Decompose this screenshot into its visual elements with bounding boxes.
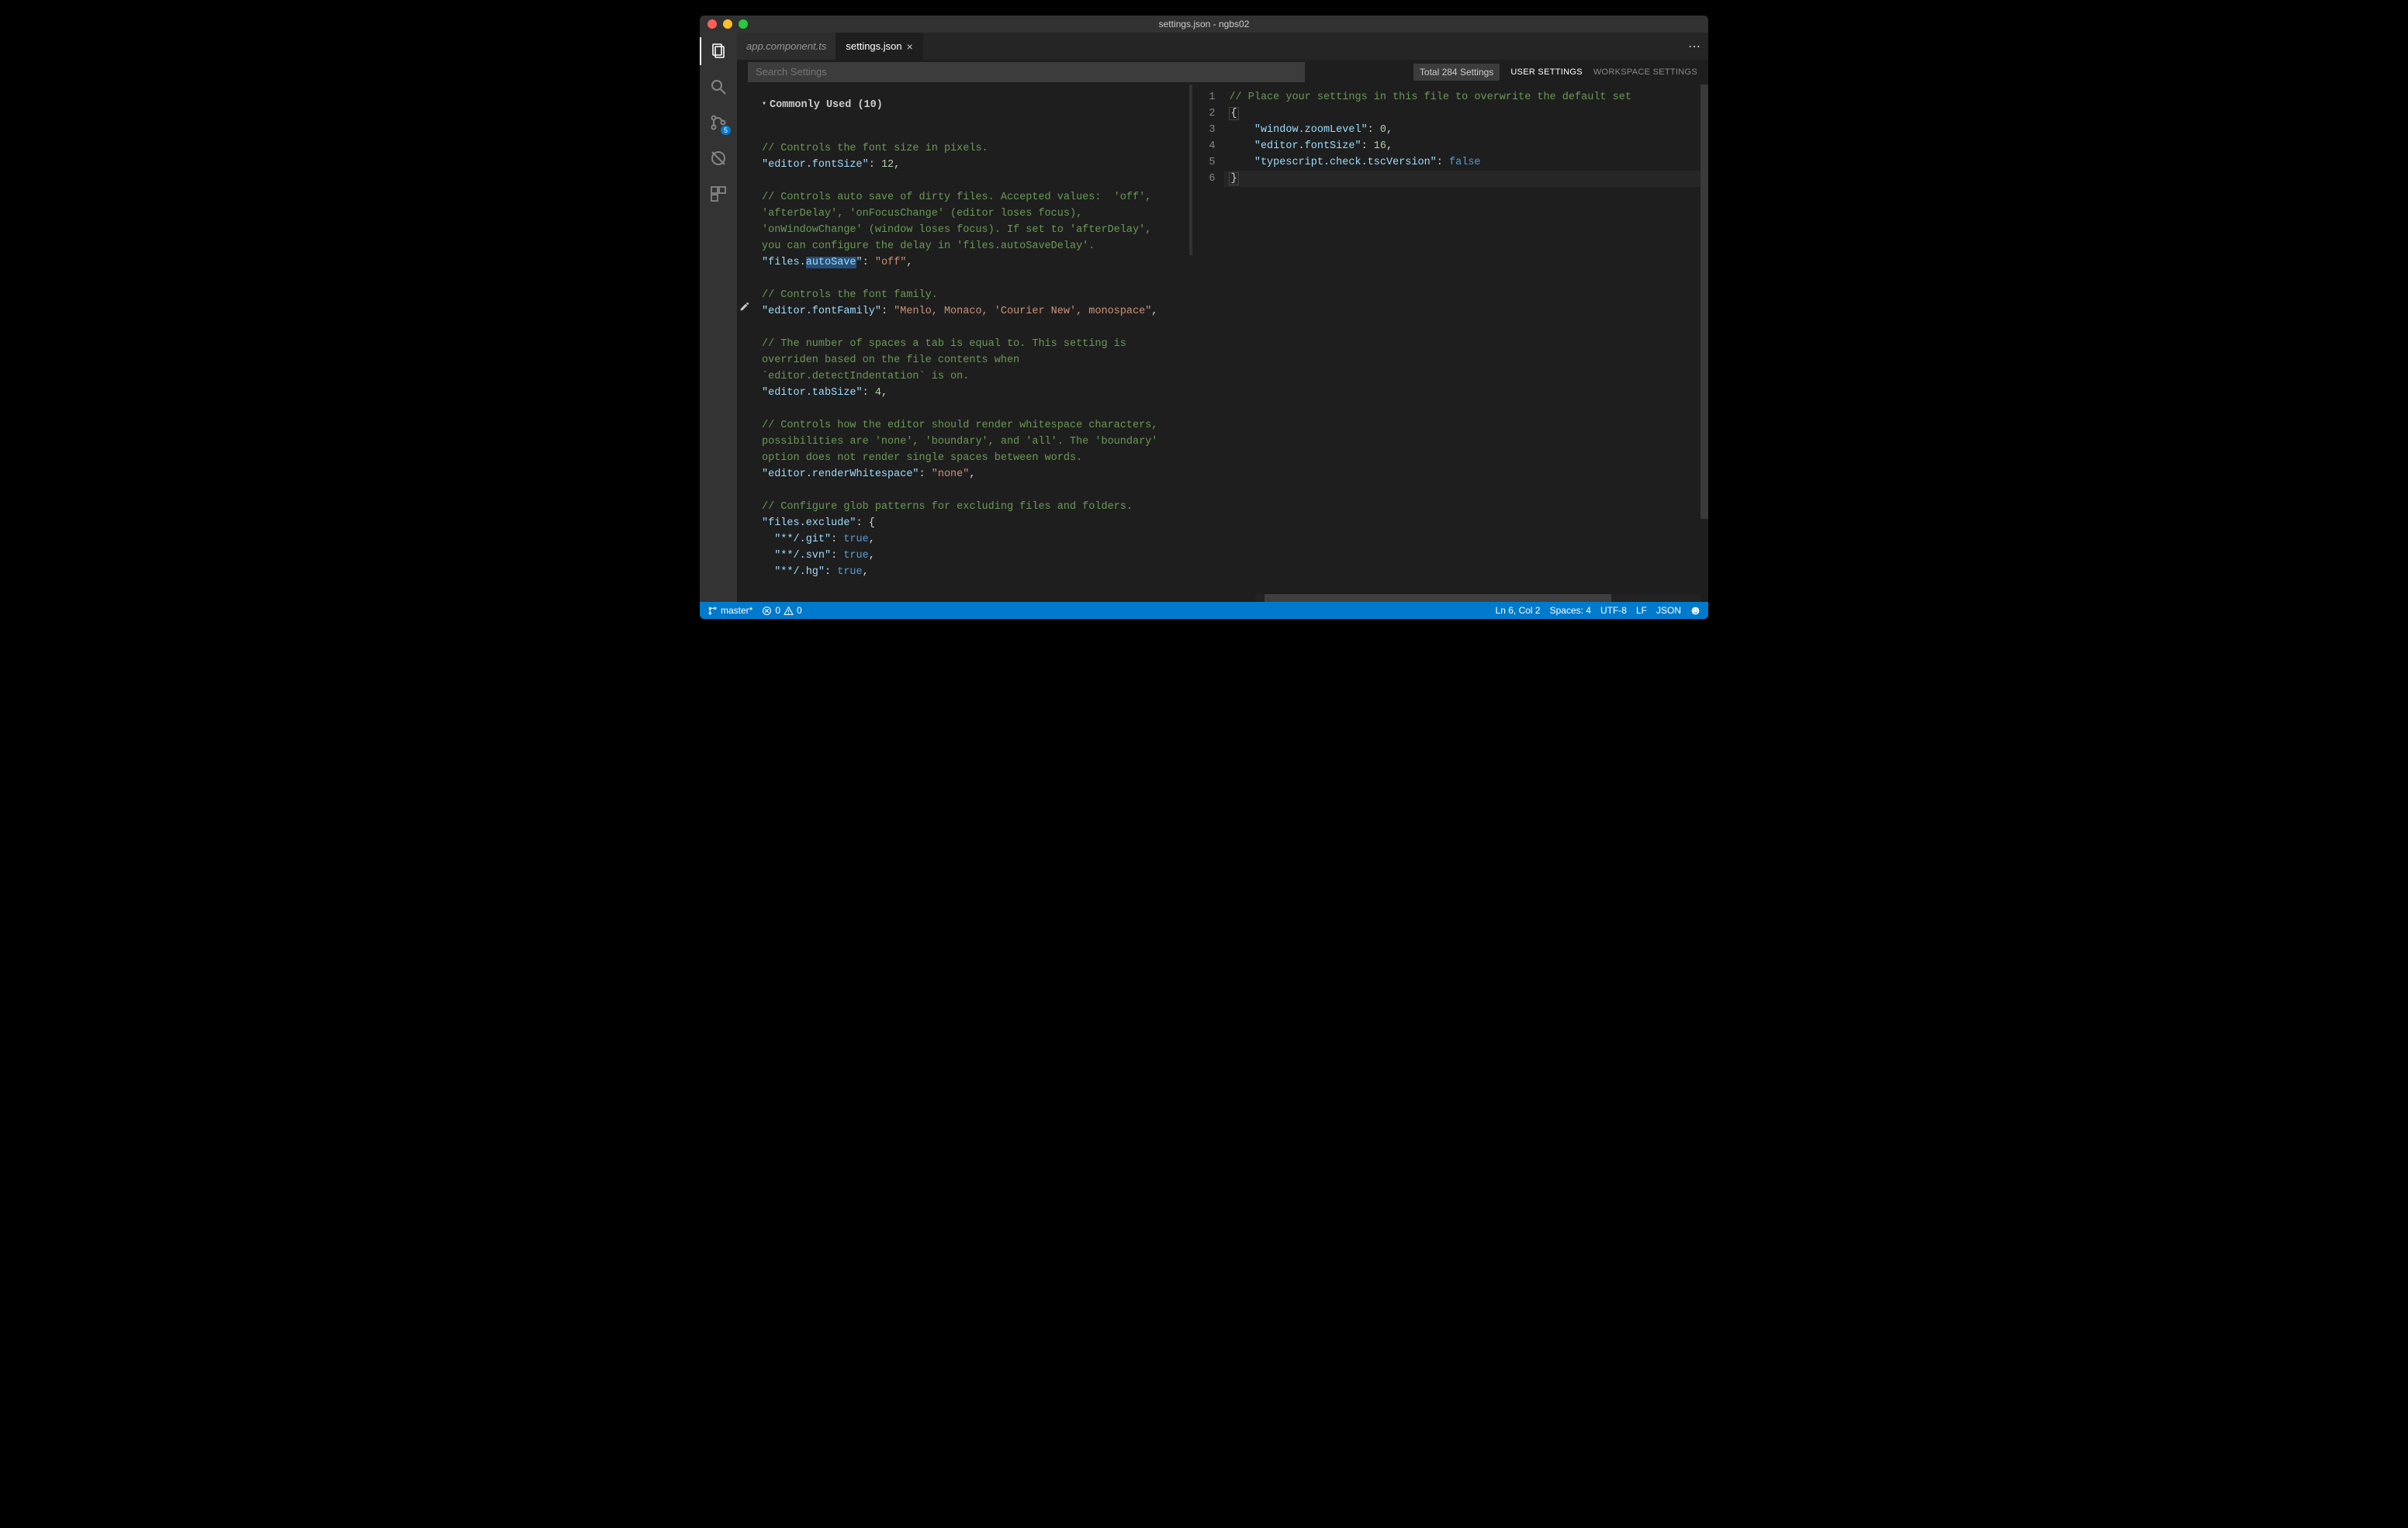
window-close-button[interactable] bbox=[708, 19, 717, 29]
user-settings-pane[interactable]: 1 2 3 4 5 6 // Place your settings in th… bbox=[1193, 85, 1708, 602]
status-language-mode[interactable]: JSON bbox=[1656, 605, 1681, 616]
source-control-badge: 5 bbox=[721, 126, 731, 135]
tab-label: app.component.ts bbox=[746, 40, 826, 52]
status-bar: master* 0 0 Ln 6, Col 2 Spaces: 4 UTF-8 … bbox=[700, 602, 1708, 619]
left-scrollbar[interactable] bbox=[1189, 85, 1192, 602]
status-problems[interactable]: 0 0 bbox=[762, 605, 801, 616]
chevron-down-icon: ▾ bbox=[762, 96, 766, 112]
git-branch-icon bbox=[708, 606, 718, 616]
tab-settings-json[interactable]: settings.json × bbox=[836, 33, 922, 60]
explorer-icon[interactable] bbox=[708, 40, 729, 62]
scope-tab-workspace-settings[interactable]: WORKSPACE SETTINGS bbox=[1593, 67, 1697, 77]
minimap[interactable] bbox=[1700, 85, 1708, 602]
status-encoding[interactable]: UTF-8 bbox=[1600, 605, 1627, 616]
extensions-icon[interactable] bbox=[708, 183, 729, 205]
window-zoom-button[interactable] bbox=[739, 19, 748, 29]
tab-close-icon[interactable]: × bbox=[907, 41, 913, 52]
right-horizontal-scrollbar[interactable] bbox=[1255, 594, 1700, 602]
left-gutter bbox=[737, 85, 754, 602]
status-feedback-icon[interactable] bbox=[1690, 606, 1700, 616]
status-errors-count: 0 bbox=[775, 605, 780, 616]
tab-bar: app.component.ts settings.json × ⋯ bbox=[737, 33, 1708, 60]
user-settings-code[interactable]: // Place your settings in this file to o… bbox=[1224, 85, 1700, 602]
status-eol[interactable]: LF bbox=[1636, 605, 1647, 616]
line-numbers: 1 2 3 4 5 6 bbox=[1193, 85, 1224, 602]
search-icon[interactable] bbox=[708, 76, 729, 98]
editor-more-actions-icon[interactable]: ⋯ bbox=[1680, 33, 1708, 60]
section-header-label: Commonly Used (10) bbox=[770, 97, 883, 113]
activity-bar: 5 bbox=[700, 33, 737, 602]
edit-pencil-icon[interactable] bbox=[739, 301, 750, 318]
source-control-icon[interactable]: 5 bbox=[708, 112, 729, 133]
tab-app-component-ts[interactable]: app.component.ts bbox=[737, 33, 836, 60]
traffic-lights bbox=[708, 19, 748, 29]
status-indentation[interactable]: Spaces: 4 bbox=[1550, 605, 1591, 616]
status-cursor-position[interactable]: Ln 6, Col 2 bbox=[1496, 605, 1541, 616]
default-settings-pane[interactable]: ▾ Commonly Used (10) // Controls the fon… bbox=[737, 85, 1193, 602]
status-branch[interactable]: master* bbox=[708, 605, 752, 616]
window-title: settings.json - ngbs02 bbox=[700, 19, 1708, 29]
error-icon bbox=[762, 606, 772, 616]
scope-tab-user-settings[interactable]: USER SETTINGS bbox=[1510, 67, 1583, 77]
warning-icon bbox=[784, 606, 794, 616]
section-header-commonly-used[interactable]: ▾ Commonly Used (10) bbox=[762, 97, 1182, 113]
settings-search-bar: Total 284 Settings USER SETTINGS WORKSPA… bbox=[737, 60, 1708, 85]
debug-icon[interactable] bbox=[708, 147, 729, 169]
status-branch-label: master* bbox=[721, 605, 752, 616]
status-warnings-count: 0 bbox=[797, 605, 802, 616]
tab-label: settings.json bbox=[846, 40, 901, 52]
settings-total-count: Total 284 Settings bbox=[1413, 64, 1500, 81]
settings-search-input[interactable] bbox=[748, 62, 1305, 82]
titlebar: settings.json - ngbs02 bbox=[700, 16, 1708, 33]
default-settings-code: // Controls the font size in pixels. "ed… bbox=[762, 124, 1182, 580]
vscode-window: settings.json - ngbs02 5 bbox=[700, 16, 1708, 619]
window-minimize-button[interactable] bbox=[723, 19, 732, 29]
